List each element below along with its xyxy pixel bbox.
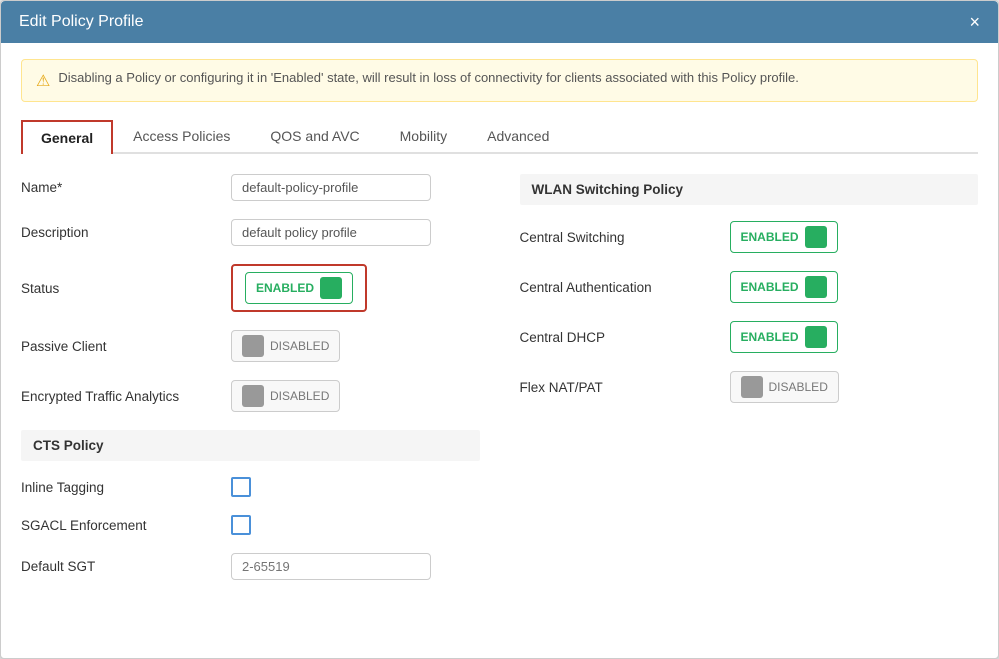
tab-general[interactable]: General bbox=[21, 120, 113, 154]
status-toggle-indicator bbox=[320, 277, 342, 299]
flex-nat-pat-indicator bbox=[741, 376, 763, 398]
passive-client-row: Passive Client DISABLED bbox=[21, 330, 480, 362]
central-dhcp-indicator bbox=[805, 326, 827, 348]
flex-nat-pat-row: Flex NAT/PAT DISABLED bbox=[520, 371, 979, 403]
flex-nat-pat-label: Flex NAT/PAT bbox=[520, 380, 720, 395]
status-toggle-label: ENABLED bbox=[256, 281, 314, 295]
sgacl-enforcement-checkbox[interactable] bbox=[231, 515, 251, 535]
inline-tagging-row: Inline Tagging bbox=[21, 477, 480, 497]
central-switching-toggle[interactable]: ENABLED bbox=[730, 221, 838, 253]
description-row: Description bbox=[21, 219, 480, 246]
central-authentication-label: Central Authentication bbox=[520, 280, 720, 295]
content-area: Name* Description Status ENABLED bbox=[21, 174, 978, 598]
default-sgt-row: Default SGT bbox=[21, 553, 480, 580]
passive-client-indicator bbox=[242, 335, 264, 357]
tab-mobility[interactable]: Mobility bbox=[380, 120, 467, 152]
modal-header: Edit Policy Profile × bbox=[1, 1, 998, 43]
passive-client-label: Passive Client bbox=[21, 339, 221, 354]
tabs-container: General Access Policies QOS and AVC Mobi… bbox=[21, 120, 978, 154]
left-panel: Name* Description Status ENABLED bbox=[21, 174, 480, 598]
central-switching-row: Central Switching ENABLED bbox=[520, 221, 979, 253]
wlan-switching-policy-header: WLAN Switching Policy bbox=[520, 174, 979, 205]
central-authentication-toggle[interactable]: ENABLED bbox=[730, 271, 838, 303]
status-toggle-button[interactable]: ENABLED bbox=[245, 272, 353, 304]
modal-body: ⚠ Disabling a Policy or configuring it i… bbox=[1, 43, 998, 658]
status-row: Status ENABLED bbox=[21, 264, 480, 312]
right-panel: WLAN Switching Policy Central Switching … bbox=[520, 174, 979, 598]
encrypted-traffic-toggle[interactable]: DISABLED bbox=[231, 380, 340, 412]
cts-policy-section-header: CTS Policy bbox=[21, 430, 480, 461]
central-switching-status: ENABLED bbox=[741, 230, 799, 244]
central-switching-indicator bbox=[805, 226, 827, 248]
central-authentication-indicator bbox=[805, 276, 827, 298]
flex-nat-pat-toggle[interactable]: DISABLED bbox=[730, 371, 839, 403]
central-dhcp-label: Central DHCP bbox=[520, 330, 720, 345]
edit-policy-profile-modal: Edit Policy Profile × ⚠ Disabling a Poli… bbox=[0, 0, 999, 659]
tab-access-policies[interactable]: Access Policies bbox=[113, 120, 250, 152]
inline-tagging-label: Inline Tagging bbox=[21, 480, 221, 495]
name-row: Name* bbox=[21, 174, 480, 201]
sgacl-enforcement-label: SGACL Enforcement bbox=[21, 518, 221, 533]
passive-client-toggle[interactable]: DISABLED bbox=[231, 330, 340, 362]
modal-title: Edit Policy Profile bbox=[19, 13, 144, 31]
description-input[interactable] bbox=[231, 219, 431, 246]
warning-banner: ⚠ Disabling a Policy or configuring it i… bbox=[21, 59, 978, 102]
default-sgt-input[interactable] bbox=[231, 553, 431, 580]
encrypted-traffic-indicator bbox=[242, 385, 264, 407]
central-dhcp-status: ENABLED bbox=[741, 330, 799, 344]
name-label: Name* bbox=[21, 180, 221, 195]
default-sgt-label: Default SGT bbox=[21, 559, 221, 574]
status-label: Status bbox=[21, 281, 221, 296]
central-authentication-status: ENABLED bbox=[741, 280, 799, 294]
passive-client-toggle-label: DISABLED bbox=[270, 339, 329, 353]
tab-qos-avc[interactable]: QOS and AVC bbox=[250, 120, 379, 152]
central-dhcp-row: Central DHCP ENABLED bbox=[520, 321, 979, 353]
status-toggle-container[interactable]: ENABLED bbox=[231, 264, 367, 312]
warning-text: Disabling a Policy or configuring it in … bbox=[58, 70, 799, 85]
central-authentication-row: Central Authentication ENABLED bbox=[520, 271, 979, 303]
tab-advanced[interactable]: Advanced bbox=[467, 120, 569, 152]
central-dhcp-toggle[interactable]: ENABLED bbox=[730, 321, 838, 353]
encrypted-traffic-toggle-label: DISABLED bbox=[270, 389, 329, 403]
encrypted-traffic-row: Encrypted Traffic Analytics DISABLED bbox=[21, 380, 480, 412]
sgacl-enforcement-row: SGACL Enforcement bbox=[21, 515, 480, 535]
inline-tagging-checkbox[interactable] bbox=[231, 477, 251, 497]
warning-icon: ⚠ bbox=[36, 71, 50, 91]
description-label: Description bbox=[21, 225, 221, 240]
name-input[interactable] bbox=[231, 174, 431, 201]
encrypted-traffic-label: Encrypted Traffic Analytics bbox=[21, 389, 221, 404]
flex-nat-pat-status: DISABLED bbox=[769, 380, 828, 394]
modal-close-button[interactable]: × bbox=[969, 13, 980, 31]
central-switching-label: Central Switching bbox=[520, 230, 720, 245]
